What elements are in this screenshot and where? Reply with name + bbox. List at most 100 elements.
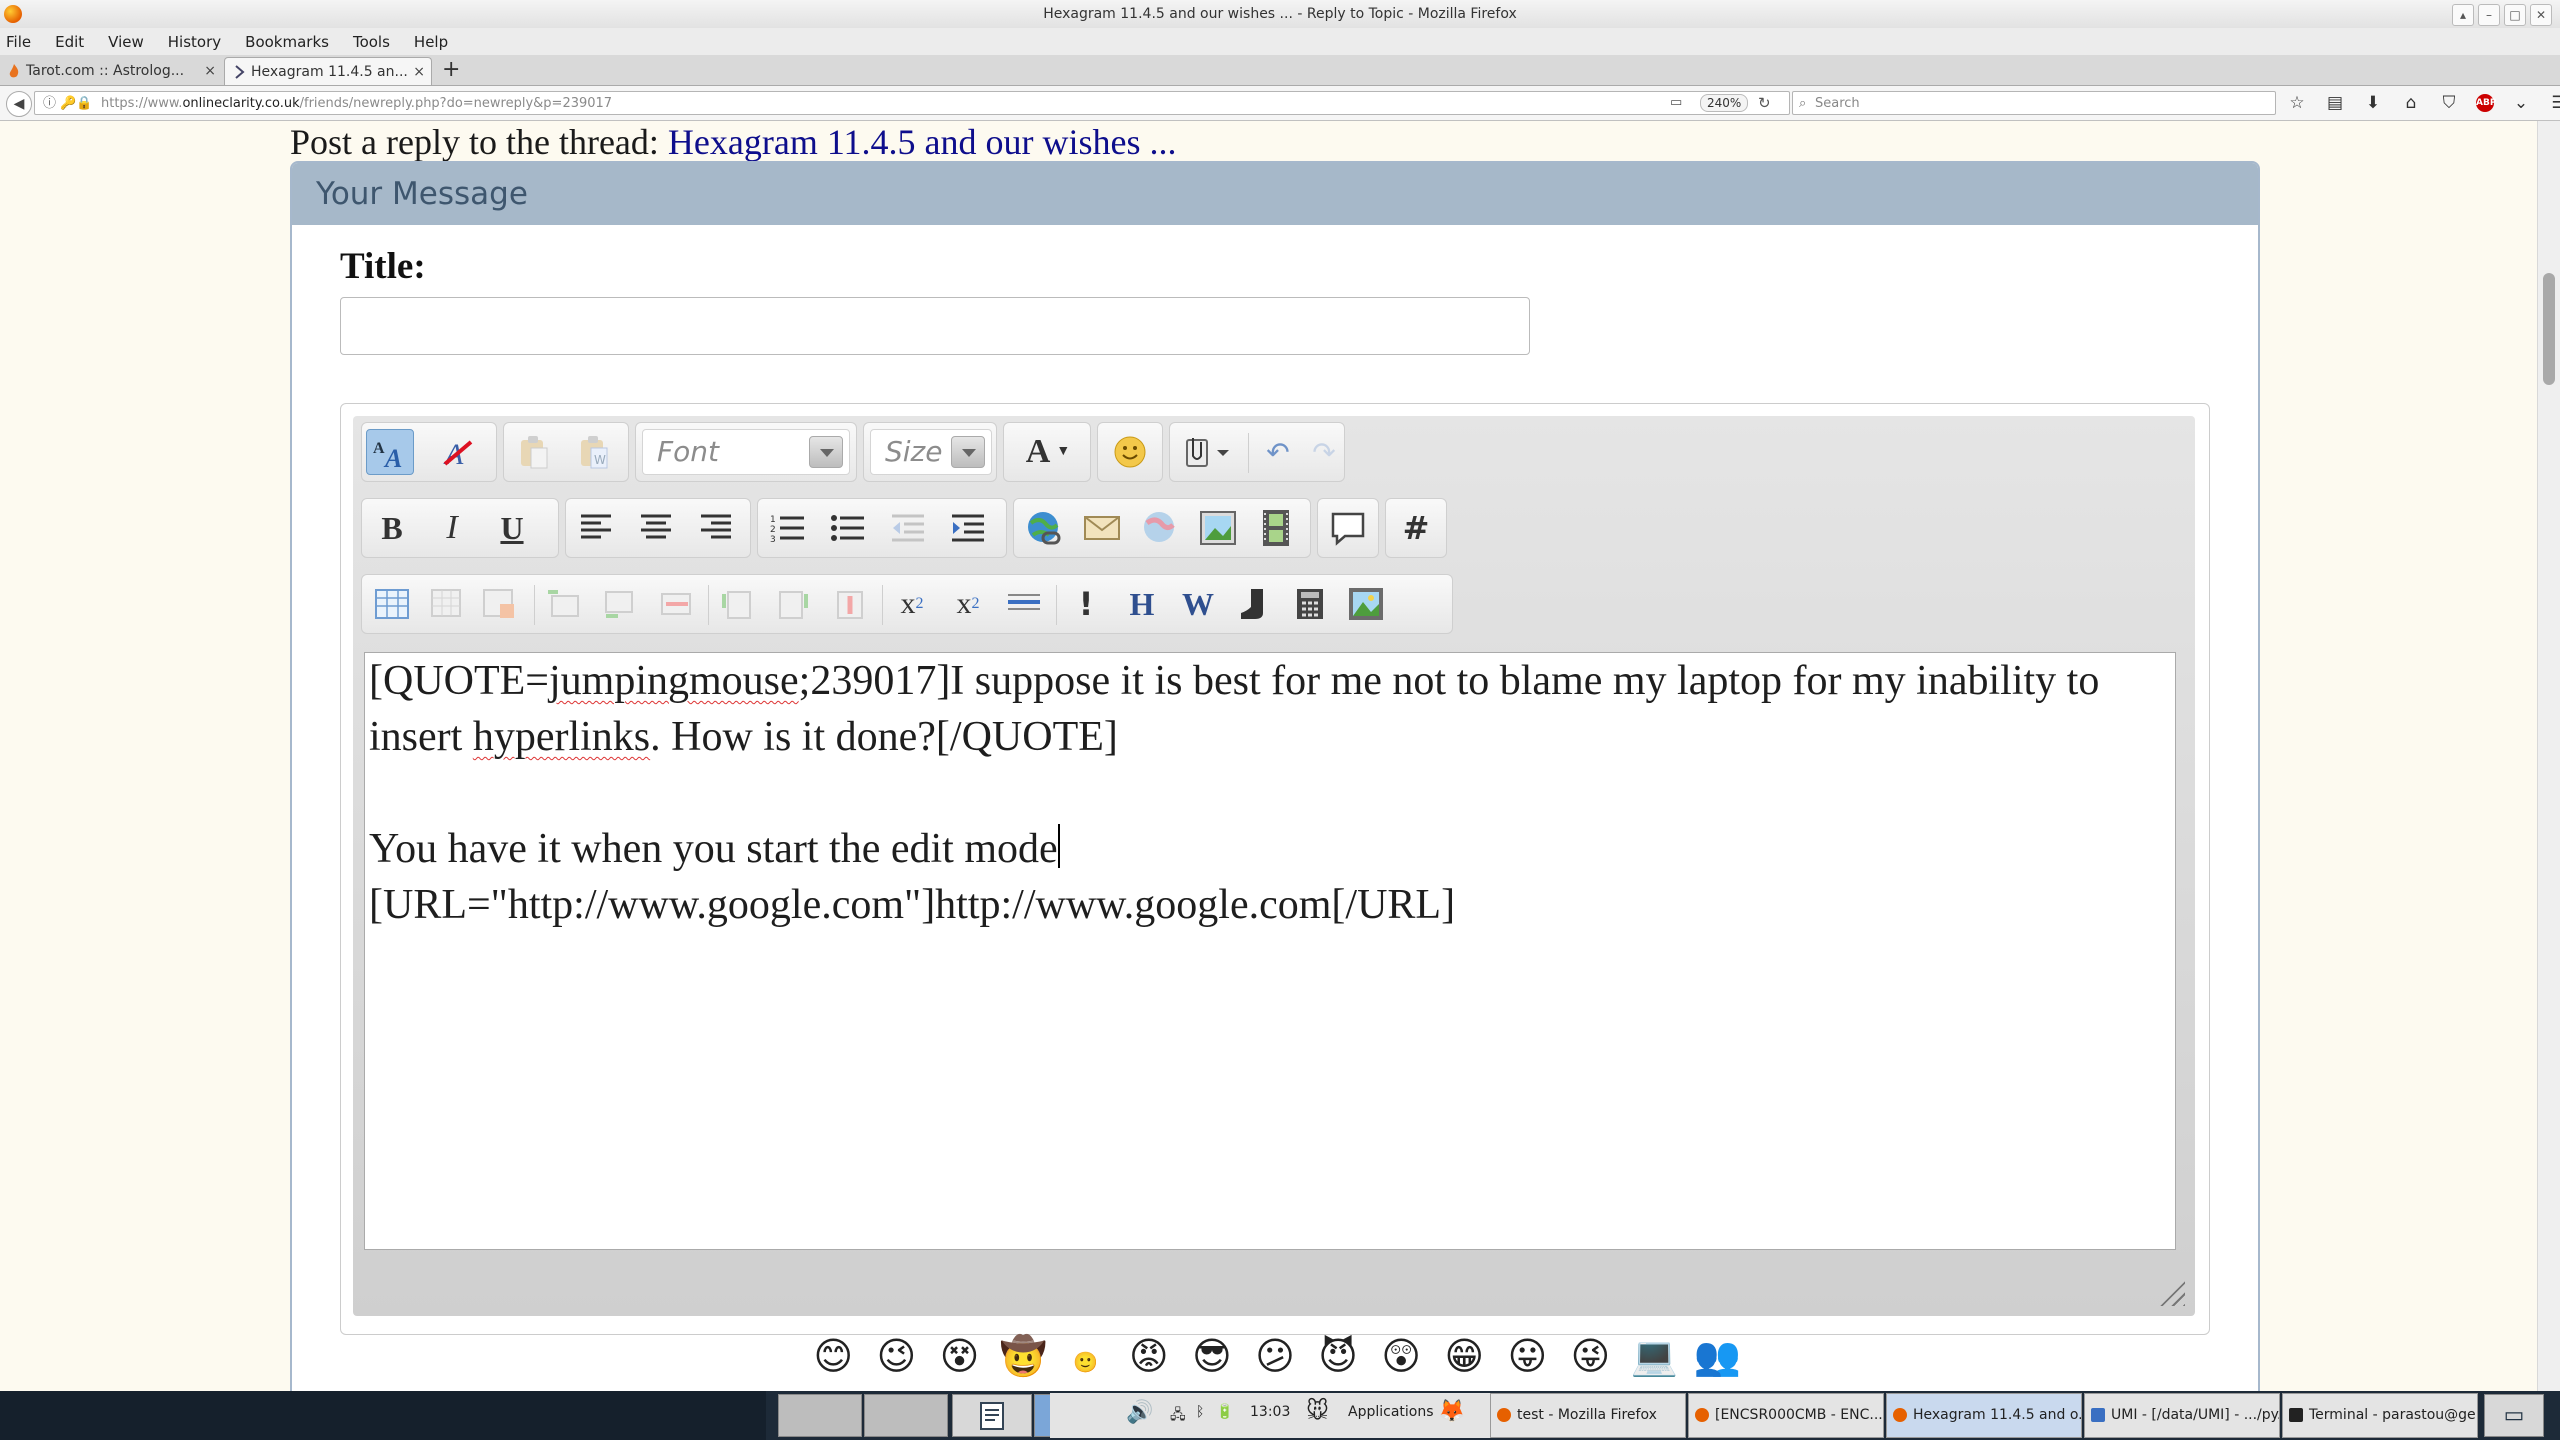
smilie-tongue-icon[interactable]: 😛 <box>1504 1333 1550 1379</box>
task-test-firefox[interactable]: test - Mozilla Firefox <box>1490 1393 1686 1438</box>
menu-tools[interactable]: Tools <box>353 33 390 51</box>
adblock-icon[interactable]: ABP <box>2476 94 2496 112</box>
menu-view[interactable]: View <box>108 33 144 51</box>
reading-list-icon[interactable]: ▤ <box>2324 92 2346 114</box>
thread-link[interactable]: Hexagram 11.4.5 and our wishes ... <box>668 122 1177 162</box>
smilie-computer-icon[interactable]: 💻 <box>1631 1333 1678 1379</box>
smilie-grin-icon[interactable]: 😁 <box>1441 1333 1487 1379</box>
workspace-1[interactable] <box>778 1394 862 1437</box>
task-terminal[interactable]: Terminal - parastou@ge... <box>2282 1393 2478 1438</box>
bluetooth-icon[interactable]: ᛒ <box>1196 1404 1204 1420</box>
table-properties-button[interactable] <box>424 581 472 627</box>
insert-table-button[interactable] <box>368 581 416 627</box>
pocket-icon[interactable]: ⛉ <box>2438 92 2460 114</box>
text-editor-launcher[interactable] <box>952 1394 1032 1437</box>
wikipedia-button[interactable]: W <box>1174 581 1222 627</box>
insert-image-button[interactable] <box>1194 505 1242 551</box>
smilie-cool-icon[interactable]: 😎 <box>1189 1333 1235 1379</box>
remove-link-button[interactable] <box>1136 505 1184 551</box>
redo-button[interactable]: ↷ <box>1300 429 1348 475</box>
outdent-button[interactable] <box>884 505 932 551</box>
window-up-icon[interactable]: ▴ <box>2452 4 2474 26</box>
highlight-button[interactable]: ! <box>1062 581 1110 627</box>
remove-formatting-button[interactable]: A <box>434 429 482 475</box>
menu-edit[interactable]: Edit <box>55 33 84 51</box>
switch-mode-button[interactable]: AA <box>366 429 414 475</box>
applications-menu-icon[interactable]: 🐭 <box>1306 1399 1329 1424</box>
wrap-code-button[interactable]: # <box>1392 505 1440 551</box>
undo-button[interactable]: ↶ <box>1254 429 1302 475</box>
smilie-mad-icon[interactable]: 😡 <box>1126 1333 1172 1379</box>
home-icon[interactable]: ⌂ <box>2400 92 2422 114</box>
new-tab-button[interactable]: + <box>442 57 460 83</box>
site-info-icon[interactable]: ⓘ 🔑🔒 <box>43 92 93 116</box>
title-input[interactable] <box>340 297 1530 355</box>
search-input[interactable]: ⌕ Search <box>1792 91 2276 115</box>
smilie-smile-icon[interactable]: 😊 <box>810 1333 856 1379</box>
smilie-small-icon[interactable]: 🙂 <box>1063 1339 1109 1385</box>
menu-history[interactable]: History <box>168 33 221 51</box>
smilie-confused-icon[interactable]: 😵 <box>937 1333 983 1379</box>
insert-column-after-button[interactable] <box>770 581 818 627</box>
back-button[interactable]: ◀ <box>6 91 32 117</box>
attachment-button[interactable] <box>1176 429 1242 475</box>
align-left-button[interactable] <box>572 505 620 551</box>
clock[interactable]: 13:03 <box>1250 1404 1290 1420</box>
insert-email-button[interactable] <box>1078 505 1126 551</box>
sock-icon-button[interactable] <box>1230 581 1278 627</box>
smilie-cowboy-icon[interactable]: 🤠 <box>1000 1333 1047 1379</box>
insert-video-button[interactable] <box>1252 505 1300 551</box>
insert-link-button[interactable] <box>1020 505 1068 551</box>
volume-icon[interactable]: 🔊 <box>1126 1400 1153 1425</box>
delete-column-button[interactable] <box>826 581 874 627</box>
paste-button[interactable] <box>510 429 558 475</box>
horizontal-rule-button[interactable] <box>1000 581 1048 627</box>
page-scrollbar[interactable] <box>2537 121 2560 1391</box>
insert-column-before-button[interactable] <box>714 581 762 627</box>
insert-row-before-button[interactable] <box>540 581 588 627</box>
align-center-button[interactable] <box>632 505 680 551</box>
bold-button[interactable]: B <box>368 505 416 551</box>
delete-row-button[interactable] <box>652 581 700 627</box>
menu-help[interactable]: Help <box>414 33 448 51</box>
window-close-button[interactable]: ✕ <box>2530 4 2552 26</box>
tab-tarot[interactable]: Tarot.com :: Astrolog... × <box>0 57 222 85</box>
font-color-button[interactable]: A ▼ <box>1010 429 1086 475</box>
italic-button[interactable]: I <box>428 505 476 551</box>
network-icon[interactable]: 🖧 <box>1170 1404 1186 1428</box>
tab-close-icon[interactable]: × <box>204 57 216 85</box>
overflow-chevron-icon[interactable]: ⌄ <box>2510 92 2532 114</box>
reload-icon[interactable]: ↻ <box>1758 94 1771 112</box>
applications-menu[interactable]: Applications <box>1348 1404 1434 1420</box>
calculator-button[interactable] <box>1286 581 1334 627</box>
zoom-indicator[interactable]: 240% <box>1700 94 1749 112</box>
tab-hexagram[interactable]: Hexagram 11.4.5 an... × <box>224 57 432 85</box>
smilie-eek-icon[interactable]: 😲 <box>1378 1333 1424 1379</box>
workspace-2[interactable] <box>864 1394 948 1437</box>
downloads-icon[interactable]: ⬇ <box>2362 92 2384 114</box>
reader-view-icon[interactable]: ▭ <box>1670 95 1682 110</box>
message-textarea[interactable]: [QUOTE=jumpingmouse;239017]I suppose it … <box>364 652 2176 1250</box>
wrap-quote-button[interactable] <box>1324 505 1372 551</box>
smilie-wink-icon[interactable]: 😉 <box>873 1333 919 1379</box>
superscript-button[interactable]: x2 <box>944 581 992 627</box>
show-desktop-button[interactable]: ▭ <box>2484 1394 2544 1437</box>
task-hexagram[interactable]: Hexagram 11.4.5 and o... <box>1886 1393 2082 1438</box>
hamburger-menu-icon[interactable]: ☰ <box>2548 92 2560 114</box>
window-minimize-button[interactable]: – <box>2478 4 2500 26</box>
menu-file[interactable]: File <box>6 33 31 51</box>
bookmark-star-icon[interactable]: ☆ <box>2286 92 2308 114</box>
insert-row-after-button[interactable] <box>596 581 644 627</box>
smilie-question-icon[interactable]: 😕 <box>1252 1333 1298 1379</box>
menu-bookmarks[interactable]: Bookmarks <box>245 33 329 51</box>
task-umi[interactable]: UMI - [/data/UMI] - .../py... <box>2084 1393 2280 1438</box>
resize-handle[interactable] <box>2157 1278 2185 1306</box>
tab-close-icon[interactable]: × <box>413 58 425 85</box>
insert-smilie-button[interactable] <box>1106 429 1154 475</box>
indent-button[interactable] <box>944 505 992 551</box>
smilie-silly-icon[interactable]: 😜 <box>1567 1333 1613 1379</box>
ordered-list-button[interactable]: 123 <box>764 505 812 551</box>
size-select[interactable]: Size <box>870 429 992 475</box>
smilie-group-icon[interactable]: 👥 <box>1694 1333 1741 1379</box>
font-select[interactable]: Font <box>642 429 850 475</box>
